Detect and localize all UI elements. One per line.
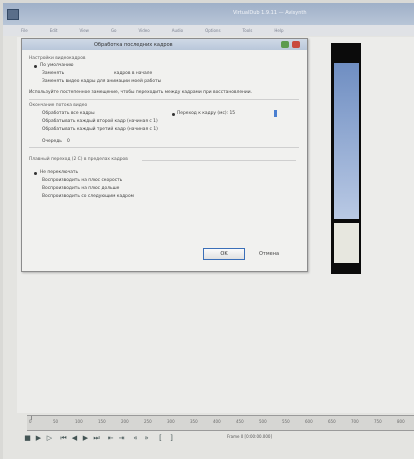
replace-desc: Заменять видео кадры для анимации моей р… xyxy=(42,79,162,84)
frame-readout: Frame 0 [0:00:00.000] xyxy=(227,434,272,439)
keyframe-prev-icon[interactable]: ⇤ xyxy=(106,434,115,443)
tick-label: 350 xyxy=(190,419,198,424)
frame-spinner[interactable] xyxy=(274,110,277,117)
output-value: 0 xyxy=(67,139,70,144)
transport-bar: ■ ▶ ▷ ⏮ ◀ ▶ ⏭ ⇤ ⇥ « » [ ] Frame 0 [0:00:… xyxy=(23,431,414,445)
mode-2-label: Воспроизводить на плюс дольше xyxy=(42,186,120,191)
tick-label: 100 xyxy=(75,419,83,424)
tick-label: 250 xyxy=(144,419,152,424)
app-icon xyxy=(7,9,19,20)
section-label: Настройки видеокадров xyxy=(29,56,86,61)
radio-default-label: По умолчанию xyxy=(40,63,74,68)
divider xyxy=(29,147,299,148)
menu-item[interactable]: Help xyxy=(274,28,283,33)
tick-label: 50 xyxy=(53,419,59,424)
tick-label: 0 xyxy=(29,419,32,424)
tick-label: 650 xyxy=(328,419,336,424)
play-output-icon[interactable]: ▷ xyxy=(45,434,54,443)
description-text: Используйте постепенное замещение, чтобы… xyxy=(29,90,252,95)
play-input-icon[interactable]: ▶ xyxy=(34,434,43,443)
tick-label: 600 xyxy=(305,419,313,424)
radio-none[interactable] xyxy=(34,172,37,175)
processing-dialog: Обработка последних кадров Настройки вид… xyxy=(21,38,308,272)
tick-label: 450 xyxy=(236,419,244,424)
dialog-title: Обработка последних кадров xyxy=(94,42,173,48)
menu-item[interactable]: Video xyxy=(139,28,150,33)
tick-label: 200 xyxy=(121,419,129,424)
preview-ground xyxy=(334,223,359,263)
dialog-title-bar[interactable]: Обработка последних кадров xyxy=(22,39,307,50)
tick-label: 750 xyxy=(374,419,382,424)
radio-range[interactable] xyxy=(172,113,175,116)
menu-item[interactable]: Go xyxy=(111,28,117,33)
mode-1-label: Воспроизводить на плюс скорость xyxy=(42,178,123,183)
tick-label: 700 xyxy=(351,419,359,424)
keyframe-next-icon[interactable]: ⇥ xyxy=(117,434,126,443)
scene-back-icon[interactable]: « xyxy=(131,434,140,443)
section-label: Окончание потока видео xyxy=(29,103,88,108)
replace-label: Заменять xyxy=(42,71,65,76)
cancel-button[interactable]: Отмена xyxy=(259,251,279,257)
tick-label: 300 xyxy=(167,419,175,424)
help-icon[interactable] xyxy=(281,41,289,48)
menu-item[interactable]: Tools xyxy=(243,28,253,33)
title-bar[interactable]: VirtualDub 1.9.11 — Avisynth xyxy=(3,3,414,25)
go-end-icon[interactable]: ⏭ xyxy=(92,434,101,443)
radio-default[interactable] xyxy=(34,65,37,68)
menu-item[interactable]: Options xyxy=(205,28,220,33)
preview-image xyxy=(334,63,359,219)
step-back-icon[interactable]: ◀ xyxy=(70,434,79,443)
stop-icon[interactable]: ■ xyxy=(23,434,32,443)
proc-next-label: Обрабатывать каждый третий кадр (начиная… xyxy=(42,127,158,132)
mark-in-icon[interactable]: [ xyxy=(156,434,165,443)
tick-label: 800 xyxy=(397,419,405,424)
close-icon[interactable] xyxy=(292,41,300,48)
video-preview xyxy=(331,43,361,274)
timeline-ruler[interactable]: 0 50 100 150 200 250 300 350 400 450 500… xyxy=(27,415,414,431)
menu-item[interactable]: Audio xyxy=(172,28,183,33)
tick-label: 400 xyxy=(213,419,221,424)
mode-3-label: Воспроизводить со следующим кадром xyxy=(42,194,134,199)
menu-item[interactable]: Edit xyxy=(50,28,58,33)
proc-prev-label: Обрабатывать каждый второй кадр (начиная… xyxy=(42,119,158,124)
menu-item[interactable]: File xyxy=(21,28,28,33)
divider xyxy=(29,99,299,100)
tick-label: 500 xyxy=(259,419,267,424)
menu-item[interactable]: View xyxy=(79,28,89,33)
output-label: Очередь xyxy=(42,139,62,144)
mark-out-icon[interactable]: ] xyxy=(167,434,176,443)
proc-range-label: Переход к кадру (мс): 15 xyxy=(177,111,236,116)
tick-label: 150 xyxy=(98,419,106,424)
go-start-icon[interactable]: ⏮ xyxy=(59,434,68,443)
frames-label: кадров в начале xyxy=(114,71,153,76)
mode-none-label: Не переключать xyxy=(40,170,79,175)
scene-forward-icon[interactable]: » xyxy=(142,434,151,443)
section-label: Плавный переход (2 С) в пределах кадров xyxy=(29,157,128,162)
ok-button[interactable]: OK xyxy=(203,248,245,260)
proc-all-label: Обработать все кадры xyxy=(42,111,95,116)
step-forward-icon[interactable]: ▶ xyxy=(81,434,90,443)
divider xyxy=(142,160,296,161)
window-title: VirtualDub 1.9.11 — Avisynth xyxy=(233,10,307,16)
tick-label: 550 xyxy=(282,419,290,424)
menu-bar: File Edit View Go Video Audio Options Tools Help xyxy=(3,25,414,36)
